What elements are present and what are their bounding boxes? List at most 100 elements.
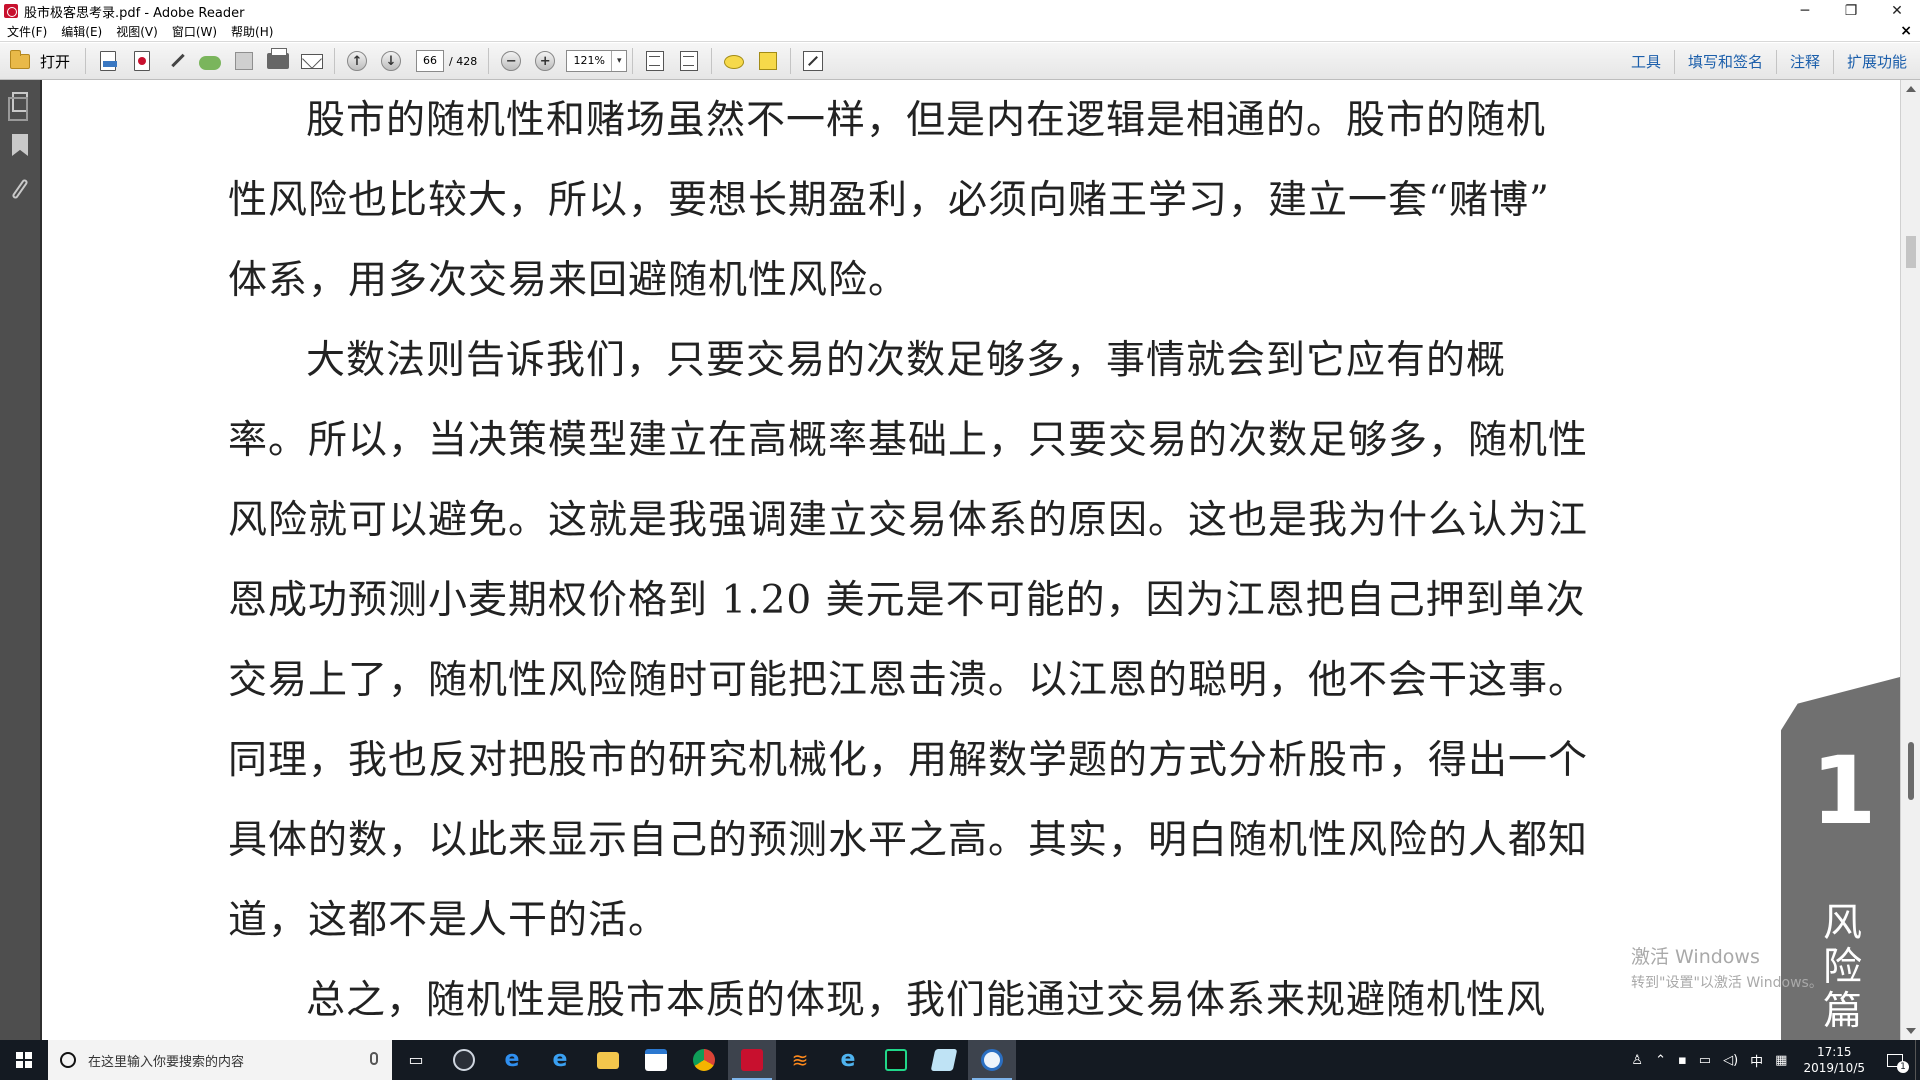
clock[interactable]: 17:15 2019/10/5 (1793, 1044, 1875, 1076)
comment-link[interactable]: 注释 (1775, 49, 1833, 74)
system-tray: ♙ ⌃ ▪ ▭ ◁) 中 ▦ 17:15 2019/10/5 1 (1625, 1040, 1920, 1080)
taskbar-app-chrome[interactable] (680, 1040, 728, 1080)
upload-button[interactable] (195, 47, 225, 75)
file-explorer-icon (597, 1051, 619, 1069)
fit-width-icon (680, 51, 699, 71)
menu-window[interactable]: 窗口(W) (165, 23, 224, 40)
taskbar-app-sublime[interactable]: ≋ (776, 1040, 824, 1080)
zoom-out-button[interactable]: − (496, 47, 526, 75)
keyboard-icon[interactable]: ▦ (1769, 1053, 1793, 1068)
taskbar-app-explorer[interactable] (584, 1040, 632, 1080)
open-button[interactable]: 打开 (2, 47, 78, 75)
edge-icon: e (552, 1047, 568, 1072)
taskbar-app-pycharm[interactable] (872, 1040, 920, 1080)
taskbar-app-store[interactable] (632, 1040, 680, 1080)
page-number-input[interactable]: 66 (416, 50, 445, 72)
bookmark-icon[interactable] (12, 134, 28, 156)
zoom-value: 121% (573, 54, 605, 67)
export-pdf-button[interactable] (127, 47, 157, 75)
vertical-scrollbar[interactable] (1900, 80, 1920, 1040)
create-pdf-button[interactable] (93, 47, 123, 75)
menu-bar: 文件(F) 编辑(E) 视图(V) 窗口(W) 帮助(H) × (0, 22, 1920, 42)
previous-page-button[interactable]: ↑ (342, 47, 372, 75)
title-bar: 股市极客思考录.pdf - Adobe Reader ─ ❐ ✕ (0, 0, 1920, 22)
arrow-up-icon: ↑ (347, 51, 368, 71)
save-icon (235, 52, 254, 70)
chrome-icon (693, 1049, 715, 1071)
print-button[interactable] (263, 47, 293, 75)
menu-edit[interactable]: 编辑(E) (54, 23, 109, 40)
scroll-thumb[interactable] (1906, 236, 1916, 268)
fill-sign-link[interactable]: 填写和签名 (1673, 49, 1776, 74)
volume-icon[interactable]: ◁) (1717, 1053, 1744, 1068)
attachment-icon[interactable] (11, 178, 29, 200)
text-line: 恩成功预测小麦期权价格到 1.20 美元是不可能的，因为江恩把自己押到单次 (228, 578, 1586, 623)
notification-badge: 1 (1897, 1060, 1909, 1073)
start-button[interactable] (0, 1040, 48, 1080)
toolbar: 打开 ↑ ↓ 66 / 428 − + 121% ▾ 工具 填写和签名 注释 扩… (0, 43, 1920, 80)
taskbar-search[interactable]: 在这里输入你要搜索的内容 (48, 1040, 392, 1080)
next-page-button[interactable]: ↓ (376, 47, 406, 75)
fit-width-button[interactable] (674, 47, 704, 75)
taskbar-app-notes[interactable] (920, 1040, 968, 1080)
zoom-in-button[interactable]: + (530, 47, 560, 75)
chevron-up-icon[interactable]: ⌃ (1649, 1053, 1672, 1068)
edit-pen-icon (166, 51, 186, 71)
restore-button[interactable]: ❐ (1828, 0, 1874, 22)
input-method-indicator[interactable]: 中 (1744, 1051, 1769, 1070)
page-thumbnails-icon[interactable] (8, 92, 28, 121)
minus-icon: − (501, 51, 522, 71)
comment-button[interactable] (719, 47, 749, 75)
tray-app-icon[interactable]: ▪ (1672, 1053, 1693, 1068)
chevron-down-icon[interactable]: ▾ (611, 51, 626, 71)
show-desktop-button[interactable] (1915, 1040, 1920, 1080)
page-total: / 428 (449, 54, 478, 68)
toolbar-divider (711, 48, 713, 74)
close-document-button[interactable]: × (1900, 23, 1912, 39)
taskbar-app-generic[interactable] (440, 1040, 488, 1080)
taskbar-app-acrobat[interactable] (728, 1040, 776, 1080)
zoom-select[interactable]: 121% ▾ (566, 50, 628, 72)
email-button[interactable] (297, 47, 327, 75)
menu-view[interactable]: 视图(V) (109, 23, 165, 40)
scroll-down-icon[interactable] (1906, 1028, 1916, 1034)
minimize-button[interactable]: ─ (1782, 0, 1828, 22)
task-view-button[interactable]: ▭ (392, 1040, 440, 1080)
taskbar-app-browser[interactable] (968, 1040, 1016, 1080)
save-button[interactable] (229, 47, 259, 75)
arrow-down-icon: ↓ (381, 51, 402, 71)
network-icon[interactable]: ▭ (1693, 1053, 1717, 1068)
full-screen-button[interactable] (798, 47, 828, 75)
internet-explorer-icon: e (504, 1047, 520, 1072)
text-line: 体系，用多次交易来回避随机性风险。 (228, 258, 909, 303)
fit-page-button[interactable] (640, 47, 670, 75)
document-view[interactable]: 股市的随机性和赌场虽然不一样，但是内在逻辑是相通的。股市的随机 性风险也比较大，… (44, 80, 1900, 1040)
store-icon (645, 1049, 667, 1071)
edit-pdf-button[interactable] (161, 47, 191, 75)
window-controls: ─ ❐ ✕ (1782, 0, 1920, 22)
windows-logo-icon (16, 1052, 32, 1068)
app-icon (453, 1049, 475, 1071)
notification-button[interactable]: 1 (1875, 1040, 1915, 1080)
close-button[interactable]: ✕ (1874, 0, 1920, 22)
taskbar: 在这里输入你要搜索的内容 ▭ e e ≋ e ♙ ⌃ ▪ ▭ ◁) 中 ▦ 17… (0, 1040, 1920, 1080)
fit-page-icon (646, 51, 665, 71)
cortana-icon (60, 1052, 76, 1068)
menu-help[interactable]: 帮助(H) (224, 23, 280, 40)
microphone-icon[interactable] (370, 1052, 378, 1065)
scroll-position-marker[interactable] (1908, 742, 1914, 800)
toolbar-divider (85, 48, 87, 74)
people-icon[interactable]: ♙ (1625, 1053, 1649, 1068)
envelope-icon (301, 53, 324, 69)
clock-date: 2019/10/5 (1803, 1061, 1865, 1075)
taskbar-app-edge[interactable]: e (536, 1040, 584, 1080)
highlight-button[interactable] (753, 47, 783, 75)
text-line: 道，这都不是人干的活。 (228, 898, 669, 943)
extend-link[interactable]: 扩展功能 (1832, 49, 1920, 74)
taskbar-app-ie[interactable]: e (488, 1040, 536, 1080)
scroll-up-icon[interactable] (1906, 86, 1916, 92)
menu-file[interactable]: 文件(F) (0, 23, 54, 40)
taskbar-app-ie2[interactable]: e (824, 1040, 872, 1080)
create-pdf-icon (100, 51, 118, 71)
tools-link[interactable]: 工具 (1618, 50, 1674, 74)
